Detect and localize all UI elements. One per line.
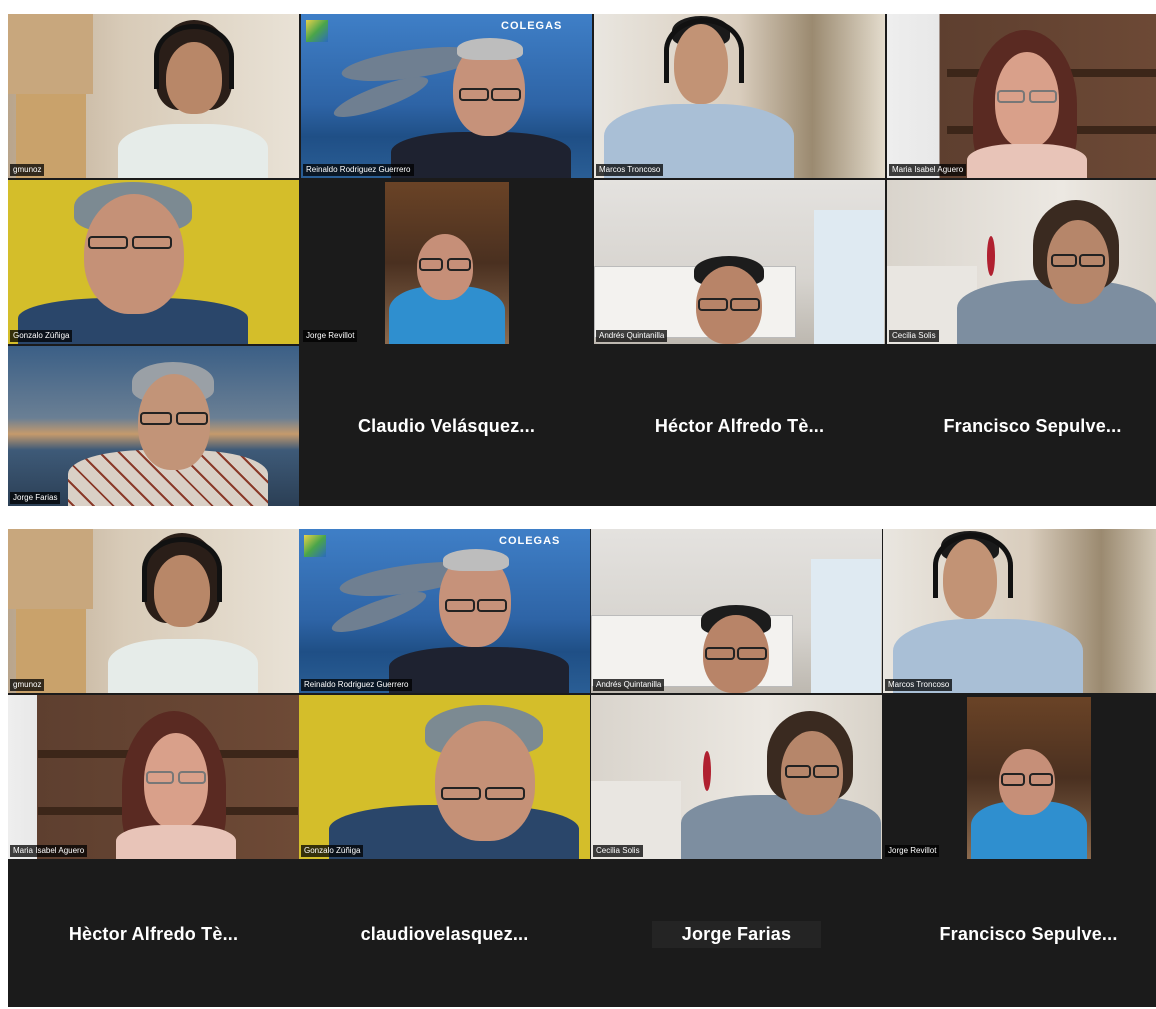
video-tile-cecilia[interactable]: Cecilia Solis <box>887 180 1156 344</box>
participant-video <box>887 14 1156 178</box>
participant-name-label: Reinaldo Rodriguez Guerrero <box>301 679 412 691</box>
participant-name-label: Reinaldo Rodriguez Guerrero <box>303 164 414 176</box>
participant-name: Francisco Sepulve... <box>943 415 1122 436</box>
participant-name-label: Jorge Revillot <box>303 330 358 342</box>
participant-video <box>299 695 590 859</box>
participant-video <box>8 14 299 178</box>
participant-name-label: Maria Isabel Aguero <box>10 845 88 857</box>
participant-name-label: Gonzalo Zúñiga <box>10 330 73 342</box>
video-tile-jorge-revillot[interactable]: Jorge Revillot <box>301 180 592 344</box>
participant-name-label: Marcos Troncoso <box>596 164 664 176</box>
video-tile-maria[interactable]: Maria Isabel Aguero <box>8 695 299 859</box>
participant-video: COLEGAS <box>299 529 590 693</box>
video-grid-top: gmunoz COLEGAS Reinaldo Rodriguez Guerre… <box>8 14 1156 506</box>
video-tile-reinaldo[interactable]: COLEGAS Reinaldo Rodriguez Guerrero <box>299 529 590 693</box>
name-tile-claudio[interactable]: Claudio Velásquez... <box>301 346 592 506</box>
colegas-logo-icon <box>304 535 326 557</box>
participant-name-label: Andrés Quintanilla <box>596 330 668 342</box>
participant-video <box>8 346 299 506</box>
participant-name-label: Jorge Revillot <box>885 845 940 857</box>
participant-video <box>594 14 885 178</box>
name-tile-hector[interactable]: Héctor Alfredo Tè... <box>594 346 885 506</box>
participant-video <box>8 695 299 859</box>
video-tile-andres[interactable]: Andrés Quintanilla <box>591 529 882 693</box>
video-tile-cecilia[interactable]: Cecilia Solis <box>591 695 882 859</box>
participant-name-label: Marcos Troncoso <box>885 679 953 691</box>
video-tile-gonzalo[interactable]: Gonzalo Zúñiga <box>299 695 590 859</box>
name-tile-jorge-farias[interactable]: Jorge Farias <box>591 861 882 1007</box>
participant-name: Héctor Alfredo Tè... <box>654 415 825 436</box>
participant-video <box>301 180 592 344</box>
participant-name-label: Gonzalo Zúñiga <box>301 845 364 857</box>
participant-name: claudiovelasquez... <box>360 923 529 944</box>
participant-name-label: Maria Isabel Aguero <box>889 164 967 176</box>
participant-video <box>883 529 1156 693</box>
video-tile-maria[interactable]: Maria Isabel Aguero <box>887 14 1156 178</box>
video-tile-marcos[interactable]: Marcos Troncoso <box>883 529 1156 693</box>
participant-video: COLEGAS <box>301 14 592 178</box>
participant-video <box>887 180 1156 344</box>
name-tile-claudiovelasquez[interactable]: claudiovelasquez... <box>299 861 590 1007</box>
video-tile-gonzalo[interactable]: Gonzalo Zúñiga <box>8 180 299 344</box>
participant-video <box>883 695 1156 859</box>
video-tile-andres[interactable]: Andrés Quintanilla <box>594 180 885 344</box>
participant-name-label: Cecilia Solis <box>593 845 643 857</box>
participant-name-label: Cecilia Solis <box>889 330 939 342</box>
video-tile-marcos[interactable]: Marcos Troncoso <box>594 14 885 178</box>
video-tile-jorge-farias[interactable]: Jorge Farias <box>8 346 299 506</box>
participant-video <box>8 180 299 344</box>
participant-video <box>594 180 885 344</box>
participant-video <box>591 695 882 859</box>
name-tile-hector[interactable]: Hèctor Alfredo Tè... <box>8 861 299 1007</box>
participant-name-label: Andrés Quintanilla <box>593 679 665 691</box>
video-tile-gmunoz[interactable]: gmunoz <box>8 14 299 178</box>
colegas-logo-text: COLEGAS <box>501 20 563 32</box>
video-tile-gmunoz[interactable]: gmunoz <box>8 529 299 693</box>
name-tile-francisco[interactable]: Francisco Sepulve... <box>887 346 1156 506</box>
video-tile-reinaldo[interactable]: COLEGAS Reinaldo Rodriguez Guerrero <box>301 14 592 178</box>
participant-name: Jorge Farias <box>651 920 822 948</box>
video-tile-jorge-revillot[interactable]: Jorge Revillot <box>883 695 1156 859</box>
colegas-logo-icon <box>306 20 328 42</box>
participant-video <box>8 529 299 693</box>
participant-name: Francisco Sepulve... <box>939 923 1118 944</box>
participant-name: Hèctor Alfredo Tè... <box>68 923 239 944</box>
participant-name-label: gmunoz <box>10 679 45 691</box>
participant-name-label: gmunoz <box>10 164 45 176</box>
name-tile-francisco[interactable]: Francisco Sepulve... <box>883 861 1156 1007</box>
colegas-logo-text: COLEGAS <box>499 535 561 547</box>
video-grid-bottom: gmunoz COLEGAS Reinaldo Rodriguez Guerre… <box>8 529 1156 1007</box>
participant-video <box>591 529 882 693</box>
participant-name: Claudio Velásquez... <box>357 415 536 436</box>
participant-name-label: Jorge Farias <box>10 492 61 504</box>
